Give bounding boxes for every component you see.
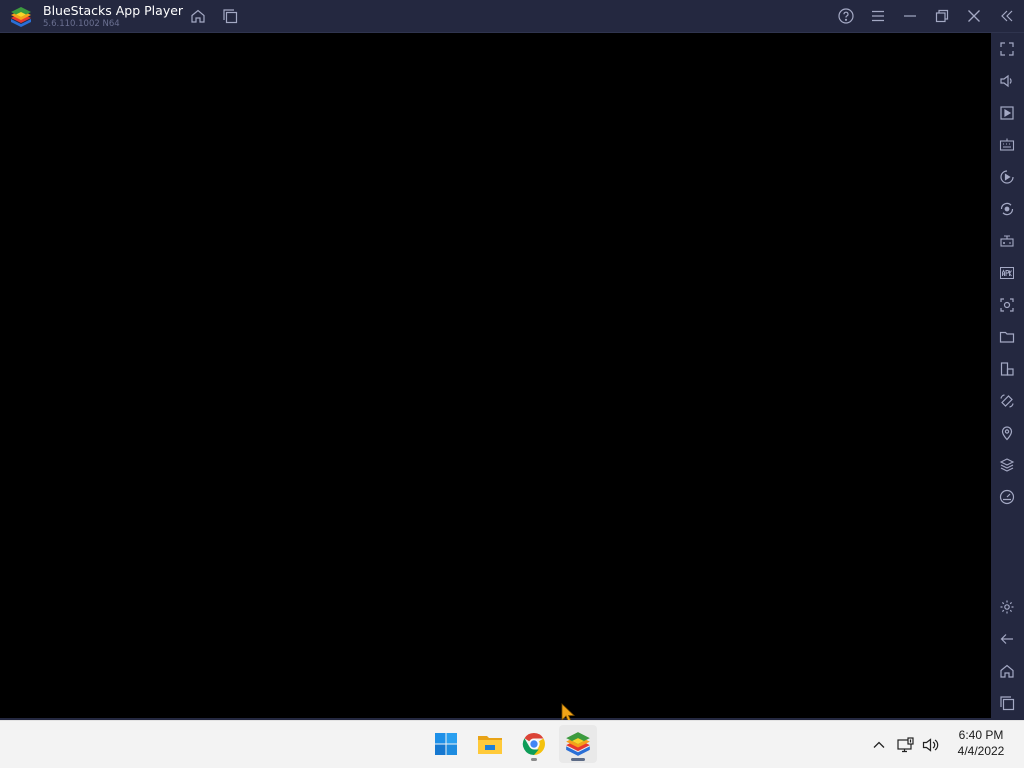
screenshot-button[interactable] [997,295,1017,315]
settings-icon [1000,600,1014,614]
keyboard-controls-button[interactable] [997,135,1017,155]
folder-button[interactable] [997,327,1017,347]
macro-recorder-button[interactable] [997,167,1017,187]
running-indicator [531,758,537,761]
android-screen[interactable] [0,33,991,720]
media-manager-icon [1000,106,1014,120]
home-button[interactable] [188,6,208,26]
speaker-icon [922,738,939,752]
sync-icon [1000,202,1014,216]
screenshot-icon [1000,298,1014,312]
settings-button[interactable] [997,597,1017,617]
menu-icon [872,10,884,22]
taskbar-clock[interactable]: 6:40 PM 4/4/2022 [946,727,1016,759]
bluestacks-taskbar-button[interactable] [559,725,597,763]
windows-start-icon [435,733,457,755]
sync-button[interactable] [997,199,1017,219]
layers-button[interactable] [997,455,1017,475]
back-icon [1000,634,1013,644]
chrome-icon [522,732,545,756]
multi-instance-sidebar-button[interactable] [997,359,1017,379]
recent-apps-button[interactable] [997,693,1017,713]
install-apk-button[interactable] [997,263,1017,283]
restore-icon [935,9,949,23]
collapse-sidebar-icon [1001,10,1013,22]
game-controls-button[interactable] [997,231,1017,251]
media-manager-button[interactable] [997,103,1017,123]
multi-instance-icon [223,9,238,24]
volume-icon [1000,74,1012,88]
restore-button[interactable] [932,6,952,26]
rotate-icon [1000,394,1014,408]
home-icon [191,9,205,23]
clock-date: 4/4/2022 [957,744,1005,758]
app-version: 5.6.110.1002 N64 [43,19,120,29]
bluestacks-window: BlueStacks App Player 5.6.110.1002 N64 [0,0,1024,720]
android-home-button[interactable] [997,661,1017,681]
speaker-button[interactable] [921,735,941,755]
network-button[interactable] [896,735,916,755]
install-apk-icon [1000,267,1014,279]
title-bar[interactable]: BlueStacks App Player 5.6.110.1002 N64 [0,0,1024,33]
file-explorer-icon [478,736,502,754]
menu-button[interactable] [868,6,888,26]
fullscreen-icon [1000,42,1014,56]
multi-instance-icon [1000,362,1014,376]
show-hidden-icons-icon [873,741,885,748]
eco-mode-icon [999,489,1015,505]
start-button[interactable] [427,725,465,763]
fullscreen-button[interactable] [997,39,1017,59]
bluestacks-logo-icon [11,7,31,27]
layers-icon [999,458,1015,472]
bluestacks-icon [566,732,590,756]
rotate-button[interactable] [997,391,1017,411]
collapse-sidebar-button[interactable] [997,6,1017,26]
eco-mode-button[interactable] [997,487,1017,507]
minimize-button[interactable] [900,6,920,26]
close-icon [968,10,980,22]
help-icon [838,8,854,24]
clock-time: 6:40 PM [958,728,1004,742]
right-toolbar [991,33,1024,720]
minimize-icon [904,15,916,17]
windows-taskbar [0,720,1024,768]
keyboard-controls-icon [999,138,1015,151]
home-icon [1000,664,1014,678]
back-button[interactable] [997,629,1017,649]
active-indicator [571,758,585,761]
multi-instance-button[interactable] [220,6,240,26]
macro-recorder-icon [1000,170,1014,184]
network-icon [897,737,914,753]
location-icon [1001,426,1013,441]
chrome-button[interactable] [515,725,553,763]
game-controls-icon [1000,235,1014,247]
folder-icon [999,331,1015,343]
location-button[interactable] [997,423,1017,443]
file-explorer-button[interactable] [471,725,509,763]
volume-button[interactable] [997,71,1017,91]
help-button[interactable] [836,6,856,26]
show-hidden-icons-button[interactable] [869,735,889,755]
app-title: BlueStacks App Player [43,3,184,18]
close-button[interactable] [964,6,984,26]
recent-apps-icon [1000,696,1015,711]
